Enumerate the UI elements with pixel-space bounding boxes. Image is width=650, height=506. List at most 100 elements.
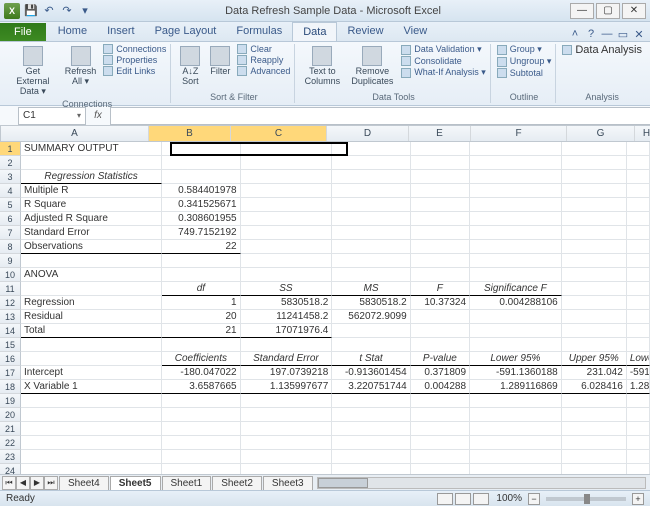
row-header-9[interactable]: 9 <box>0 254 21 268</box>
cell-E16[interactable]: P-value <box>411 352 470 366</box>
cell-E5[interactable] <box>411 198 470 212</box>
workbook-minimize-button[interactable]: — <box>600 27 614 41</box>
tab-page-layout[interactable]: Page Layout <box>145 22 227 41</box>
cell-F5[interactable] <box>470 198 562 212</box>
workbook-close-button[interactable]: ✕ <box>632 27 646 41</box>
cell-G15[interactable] <box>562 338 627 352</box>
formula-input[interactable] <box>110 107 650 125</box>
cell-E17[interactable]: 0.371809 <box>411 366 470 380</box>
cell-B13[interactable]: 20 <box>162 310 240 324</box>
cell-A23[interactable] <box>21 450 162 464</box>
sheet-nav-prev[interactable]: ◀ <box>16 476 30 490</box>
cell-D15[interactable] <box>332 338 410 352</box>
cell-H22[interactable] <box>627 436 650 450</box>
row-header-1[interactable]: 1 <box>0 142 21 156</box>
cell-H9[interactable] <box>627 254 650 268</box>
row-header-8[interactable]: 8 <box>0 240 21 254</box>
page-layout-view-button[interactable] <box>455 493 471 505</box>
tab-view[interactable]: View <box>394 22 438 41</box>
cell-F6[interactable] <box>470 212 562 226</box>
column-header-F[interactable]: F <box>471 126 567 141</box>
workbook-restore-button[interactable]: ▭ <box>616 27 630 41</box>
cell-F15[interactable] <box>470 338 562 352</box>
cell-B4[interactable]: 0.584401978 <box>162 184 240 198</box>
row-header-18[interactable]: 18 <box>0 380 21 394</box>
cell-C19[interactable] <box>241 394 333 408</box>
cell-B8[interactable]: 22 <box>162 240 240 254</box>
row-header-15[interactable]: 15 <box>0 338 21 352</box>
cell-E11[interactable]: F <box>411 282 470 296</box>
column-header-A[interactable]: A <box>1 126 149 141</box>
tab-insert[interactable]: Insert <box>97 22 145 41</box>
cell-E2[interactable] <box>411 156 470 170</box>
cell-C17[interactable]: 197.0739218 <box>241 366 333 380</box>
row-header-21[interactable]: 21 <box>0 422 21 436</box>
cell-D21[interactable] <box>332 422 410 436</box>
cell-G22[interactable] <box>562 436 627 450</box>
cell-B23[interactable] <box>162 450 240 464</box>
cell-G9[interactable] <box>562 254 627 268</box>
cell-F11[interactable]: Significance F <box>470 282 562 296</box>
cell-C6[interactable] <box>241 212 333 226</box>
cell-D12[interactable]: 5830518.2 <box>332 296 410 310</box>
cell-F10[interactable] <box>470 268 562 282</box>
row-header-14[interactable]: 14 <box>0 324 21 338</box>
sheet-tab-sheet2[interactable]: Sheet2 <box>212 476 262 490</box>
cell-B17[interactable]: -180.047022 <box>162 366 240 380</box>
sheet-tab-sheet1[interactable]: Sheet1 <box>162 476 212 490</box>
cell-C21[interactable] <box>241 422 333 436</box>
cell-A8[interactable]: Observations <box>21 240 162 254</box>
tab-formulas[interactable]: Formulas <box>226 22 292 41</box>
cell-H2[interactable] <box>627 156 650 170</box>
cell-C7[interactable] <box>241 226 333 240</box>
cell-F23[interactable] <box>470 450 562 464</box>
cell-H13[interactable] <box>627 310 650 324</box>
undo-icon[interactable]: ↶ <box>42 4 56 18</box>
column-header-C[interactable]: C <box>231 126 327 141</box>
cell-C5[interactable] <box>241 198 333 212</box>
cell-G18[interactable]: 6.028416 <box>562 380 627 394</box>
cell-B10[interactable] <box>162 268 240 282</box>
cell-D10[interactable] <box>332 268 410 282</box>
row-header-10[interactable]: 10 <box>0 268 21 282</box>
zoom-slider[interactable] <box>546 497 626 501</box>
cell-F4[interactable] <box>470 184 562 198</box>
cell-H20[interactable] <box>627 408 650 422</box>
sheet-nav-next[interactable]: ▶ <box>30 476 44 490</box>
cell-C2[interactable] <box>241 156 333 170</box>
cell-F9[interactable] <box>470 254 562 268</box>
row-header-2[interactable]: 2 <box>0 156 21 170</box>
edit-links-button[interactable]: Edit Links <box>103 66 166 76</box>
cell-H7[interactable] <box>627 226 650 240</box>
cell-H21[interactable] <box>627 422 650 436</box>
cell-F12[interactable]: 0.004288106 <box>470 296 562 310</box>
cell-G12[interactable] <box>562 296 627 310</box>
consolidate-button[interactable]: Consolidate <box>401 56 486 66</box>
cell-H15[interactable] <box>627 338 650 352</box>
cell-G5[interactable] <box>562 198 627 212</box>
cell-G7[interactable] <box>562 226 627 240</box>
sheet-tab-sheet4[interactable]: Sheet4 <box>59 476 109 490</box>
cell-G24[interactable] <box>562 464 627 474</box>
row-header-5[interactable]: 5 <box>0 198 21 212</box>
cell-G19[interactable] <box>562 394 627 408</box>
get-external-data-button[interactable]: Get External Data ▾ <box>8 44 58 99</box>
cell-E7[interactable] <box>411 226 470 240</box>
cell-C20[interactable] <box>241 408 333 422</box>
cell-A15[interactable] <box>21 338 162 352</box>
cell-A22[interactable] <box>21 436 162 450</box>
cell-E19[interactable] <box>411 394 470 408</box>
cell-E22[interactable] <box>411 436 470 450</box>
data-validation-button[interactable]: Data Validation ▾ <box>401 44 486 55</box>
cell-B18[interactable]: 3.6587665 <box>162 380 240 394</box>
cell-F16[interactable]: Lower 95% <box>470 352 562 366</box>
cell-H14[interactable] <box>627 324 650 338</box>
save-icon[interactable]: 💾 <box>24 4 38 18</box>
cell-F3[interactable] <box>470 170 562 184</box>
cell-D24[interactable] <box>332 464 410 474</box>
cell-F20[interactable] <box>470 408 562 422</box>
row-header-16[interactable]: 16 <box>0 352 21 366</box>
reapply-button[interactable]: Reapply <box>237 55 290 65</box>
cell-A24[interactable] <box>21 464 162 474</box>
cell-C18[interactable]: 1.135997677 <box>241 380 333 394</box>
